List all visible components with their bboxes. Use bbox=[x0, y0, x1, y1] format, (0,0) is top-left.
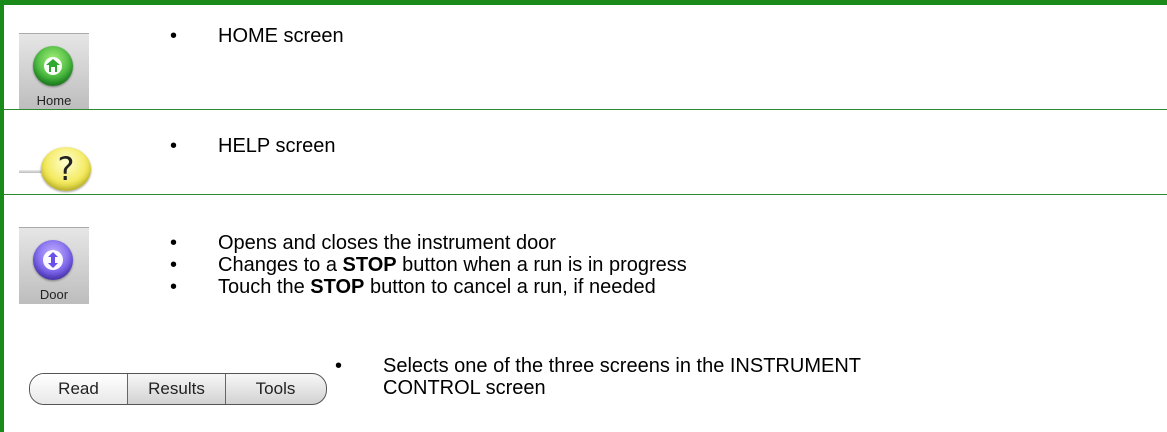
door-bullet-1: Opens and closes the instrument door bbox=[170, 232, 687, 254]
tab-tools[interactable]: Tools bbox=[226, 374, 325, 404]
segmented-row: Read Results Tools Selects one of the th… bbox=[0, 321, 1167, 432]
door-button[interactable]: Door bbox=[19, 227, 89, 304]
segmented-bullet: Selects one of the three screens in the … bbox=[335, 355, 861, 399]
door-row: Door Opens and closes the instrument doo… bbox=[0, 195, 1167, 321]
door-button-label: Door bbox=[39, 287, 69, 302]
help-bullet: HELP screen bbox=[170, 135, 335, 157]
help-button[interactable]: ? bbox=[19, 144, 91, 192]
help-icon: ? bbox=[41, 147, 91, 191]
segmented-bullets: Selects one of the three screens in the … bbox=[335, 355, 861, 399]
home-button[interactable]: Home bbox=[19, 33, 89, 110]
help-row: ? HELP screen bbox=[0, 110, 1167, 194]
home-bullets: HOME screen bbox=[170, 25, 344, 47]
screen-tabs: Read Results Tools bbox=[29, 373, 327, 405]
door-bullets: Opens and closes the instrument door Cha… bbox=[170, 232, 687, 298]
tab-results[interactable]: Results bbox=[128, 374, 225, 404]
home-icon bbox=[33, 46, 73, 86]
door-icon bbox=[33, 240, 73, 280]
help-bullets: HELP screen bbox=[170, 135, 335, 157]
tab-read[interactable]: Read bbox=[30, 374, 127, 404]
home-row: Home HOME screen bbox=[0, 5, 1167, 110]
home-button-label: Home bbox=[36, 93, 72, 108]
door-bullet-2: Changes to a STOP button when a run is i… bbox=[170, 254, 687, 276]
door-bullet-3: Touch the STOP button to cancel a run, i… bbox=[170, 276, 687, 298]
home-bullet: HOME screen bbox=[170, 25, 344, 47]
